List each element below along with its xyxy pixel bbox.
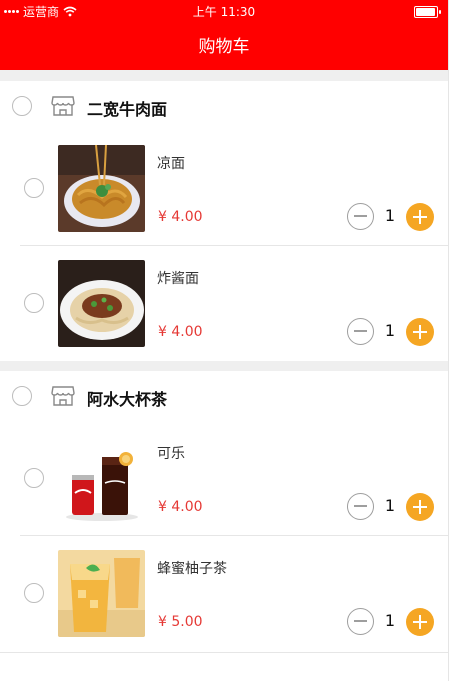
item-name[interactable]: 凉面 — [157, 153, 185, 173]
item-name[interactable]: 炸酱面 — [157, 268, 199, 288]
page-title: 购物车 — [198, 37, 250, 57]
item-price: ¥ 5.00 — [158, 614, 203, 630]
decrease-quantity-button[interactable] — [347, 318, 374, 345]
decrease-quantity-button[interactable] — [347, 203, 374, 230]
shop-name[interactable]: 阿水大杯茶 — [87, 386, 167, 410]
shop-name[interactable]: 二宽牛肉面 — [87, 96, 167, 120]
honey-citron-tea-image[interactable] — [58, 550, 145, 637]
zhajiang-noodles-image[interactable] — [58, 260, 145, 347]
nav-bar: 购物车 — [0, 24, 448, 70]
item-select-radio[interactable] — [24, 468, 44, 488]
cold-noodles-image[interactable] — [58, 145, 145, 232]
item-name[interactable]: 蜂蜜柚子茶 — [157, 558, 227, 578]
item-price: ¥ 4.00 — [158, 499, 203, 515]
cart-item: 可乐 ¥ 4.00 1 — [0, 421, 448, 536]
cart-item: 蜂蜜柚子茶 ¥ 5.00 1 — [0, 536, 448, 651]
item-select-radio[interactable] — [24, 583, 44, 603]
section-gap — [0, 361, 448, 371]
shop-select-radio[interactable] — [12, 96, 32, 116]
battery-icon — [414, 6, 441, 18]
item-select-radio[interactable] — [24, 178, 44, 198]
item-price: ¥ 4.00 — [158, 209, 203, 225]
cart-screen: 运营商 上午 11:30 购物车 二宽牛肉面 凉面 ¥ 4.00 1 炸酱面 ¥… — [0, 0, 449, 681]
item-quantity: 1 — [384, 496, 396, 515]
increase-quantity-button[interactable] — [406, 318, 434, 346]
shop-header: 阿水大杯茶 — [0, 371, 448, 422]
status-time: 上午 11:30 — [192, 5, 256, 19]
section-gap — [0, 70, 448, 81]
item-quantity: 1 — [384, 611, 396, 630]
item-quantity: 1 — [384, 321, 396, 340]
shop-header: 二宽牛肉面 — [0, 81, 448, 132]
increase-quantity-button[interactable] — [406, 608, 434, 636]
decrease-quantity-button[interactable] — [347, 493, 374, 520]
shop-select-radio[interactable] — [12, 386, 32, 406]
store-icon — [51, 96, 75, 116]
cart-item: 炸酱面 ¥ 4.00 1 — [0, 246, 448, 361]
decrease-quantity-button[interactable] — [347, 608, 374, 635]
item-name[interactable]: 可乐 — [157, 443, 185, 463]
item-quantity: 1 — [384, 206, 396, 225]
increase-quantity-button[interactable] — [406, 203, 434, 231]
item-price: ¥ 4.00 — [158, 324, 203, 340]
cart-item: 凉面 ¥ 4.00 1 — [0, 131, 448, 246]
cola-image[interactable] — [58, 435, 145, 522]
increase-quantity-button[interactable] — [406, 493, 434, 521]
status-bar: 运营商 上午 11:30 — [0, 0, 448, 24]
item-select-radio[interactable] — [24, 293, 44, 313]
bottom-bar — [0, 652, 448, 681]
store-icon — [51, 386, 75, 406]
